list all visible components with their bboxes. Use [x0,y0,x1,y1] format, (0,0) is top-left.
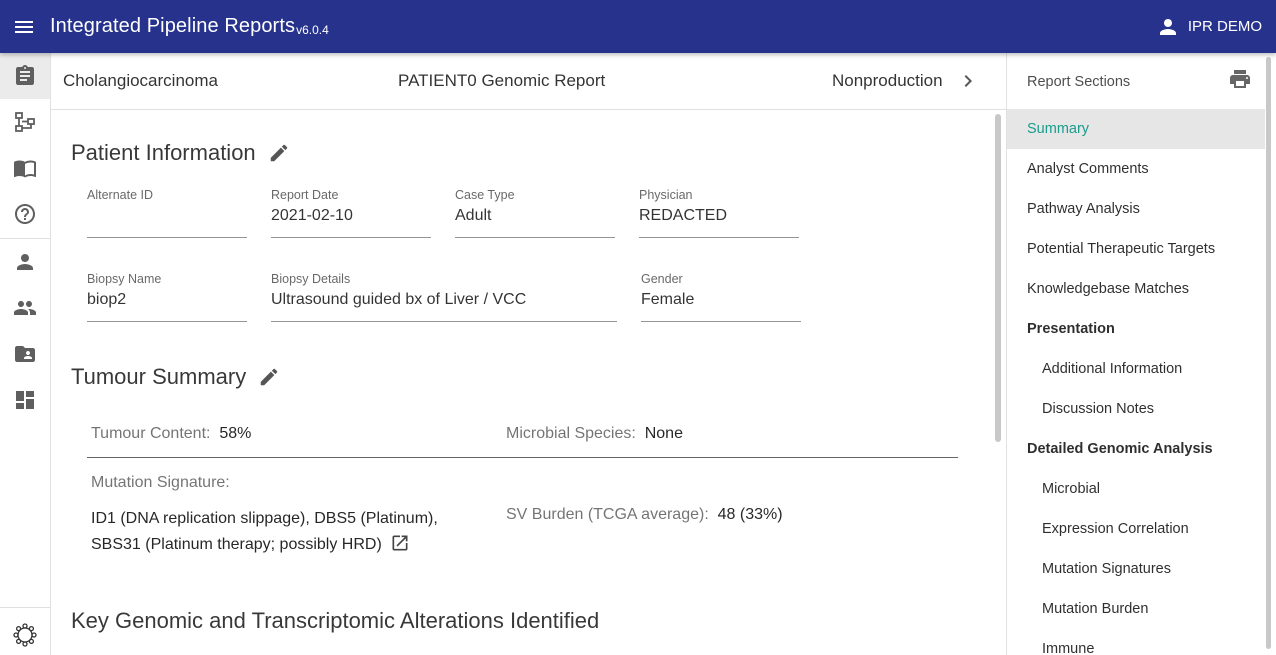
nav-settings[interactable] [0,612,50,655]
help-icon [15,204,35,224]
biopsy-name-field[interactable]: Biopsy Name biop2 [87,272,247,322]
section-item-mutation-burden[interactable]: Mutation Burden [1007,589,1265,629]
print-icon [1230,70,1250,88]
chevron-right-icon [964,75,972,87]
sections-scrollbar[interactable] [1266,57,1271,649]
nav-users[interactable] [0,285,50,331]
nav-reports[interactable] [0,53,50,99]
menu-button[interactable] [0,3,48,51]
report-sections-panel: Report Sections Summary Analyst Comments P… [1006,53,1276,655]
user-menu-button[interactable]: IPR DEMO [1156,0,1262,53]
nav-profile[interactable] [0,239,50,285]
report-diagnosis: Cholangiocarcinoma [63,71,218,90]
nav-projects[interactable] [0,331,50,377]
edit-tumour-summary-button[interactable] [258,366,280,388]
key-alterations-heading: Key Genomic and Transcriptomic Alteratio… [71,608,600,633]
report-title: PATIENT0 Genomic Report [398,71,606,90]
dashboard-icon [16,391,34,409]
book-icon [14,160,36,178]
main-scrollbar[interactable] [995,114,1001,442]
section-item-expression-correlation[interactable]: Expression Correlation [1007,509,1265,549]
account-icon [1159,18,1176,35]
physician-field[interactable]: Physician REDACTED [639,188,799,238]
section-item-summary[interactable]: Summary [1007,109,1265,149]
microbial-species: Microbial Species: None [506,425,683,442]
app-bar: Integrated Pipeline Reports v6.0.4 IPR D… [0,0,1276,53]
section-item-discussion-notes[interactable]: Discussion Notes [1007,389,1265,429]
section-item-additional-information[interactable]: Additional Information [1007,349,1265,389]
app-version: v6.0.4 [296,22,329,37]
sv-burden-value: 48 (33%) [717,506,783,523]
section-item-microbial[interactable]: Microbial [1007,469,1265,509]
biopsy-details-field[interactable]: Biopsy Details Ultrasound guided bx of L… [271,272,617,322]
nav-help[interactable] [0,191,50,237]
section-item-pathway-analysis[interactable]: Pathway Analysis [1007,189,1265,229]
diagram-icon [15,112,35,132]
mutation-signature-value: ID1 (DNA replication slippage), DBS5 (Pl… [91,506,491,562]
open-signatures-link[interactable] [390,533,410,562]
nav-rail [0,53,51,655]
section-item-potential-therapeutic-targets[interactable]: Potential Therapeutic Targets [1007,229,1265,269]
people-icon [14,301,36,315]
report-state: Nonproduction [832,71,943,90]
tumour-content: Tumour Content: 58% [91,425,252,442]
open-in-new-icon [392,535,408,551]
person-icon [17,254,33,270]
tumour-content-value: 58% [219,425,252,442]
microbial-species-value: None [644,425,683,442]
section-item-immune[interactable]: Immune [1007,629,1265,655]
nav-docs[interactable] [0,145,50,191]
sv-burden: SV Burden (TCGA average): 48 (33%) [506,506,783,523]
alternate-id-field[interactable]: Alternate ID [87,188,247,238]
section-item-knowledgebase-matches[interactable]: Knowledgebase Matches [1007,269,1265,309]
folder-shared-icon [15,346,35,362]
tumour-summary-heading: Tumour Summary [71,364,280,390]
settings-gear-icon [13,623,37,647]
app-title: Integrated Pipeline Reports [50,15,296,37]
edit-patient-info-button[interactable] [268,142,290,164]
nav-graph[interactable] [0,99,50,145]
menu-icon [15,20,33,33]
gender-field[interactable]: Gender Female [641,272,801,322]
nav-dashboard[interactable] [0,377,50,423]
case-type-field[interactable]: Case Type Adult [455,188,615,238]
section-item-detailed-genomic-analysis[interactable]: Detailed Genomic Analysis [1007,429,1265,469]
edit-pencil-icon [260,368,278,386]
user-name: IPR DEMO [1187,18,1262,35]
mutation-signature-label: Mutation Signature: [91,474,230,491]
report-sections-title: Report Sections [1027,74,1131,90]
section-item-analyst-comments[interactable]: Analyst Comments [1007,149,1265,189]
section-item-presentation[interactable]: Presentation [1007,309,1265,349]
report-icon [16,65,34,85]
report-main: Patient Information Alternate ID Report … [51,110,1006,655]
tumour-summary-divider [87,457,958,458]
patient-info-heading: Patient Information [71,140,290,166]
report-date-field[interactable]: Report Date 2021-02-10 [271,188,431,238]
report-header: Cholangiocarcinoma PATIENT0 Genomic Repo… [51,53,1006,110]
report-details-button[interactable] [956,69,980,98]
print-button[interactable] [1228,67,1252,96]
edit-pencil-icon [270,144,287,162]
section-item-mutation-signatures[interactable]: Mutation Signatures [1007,549,1265,589]
